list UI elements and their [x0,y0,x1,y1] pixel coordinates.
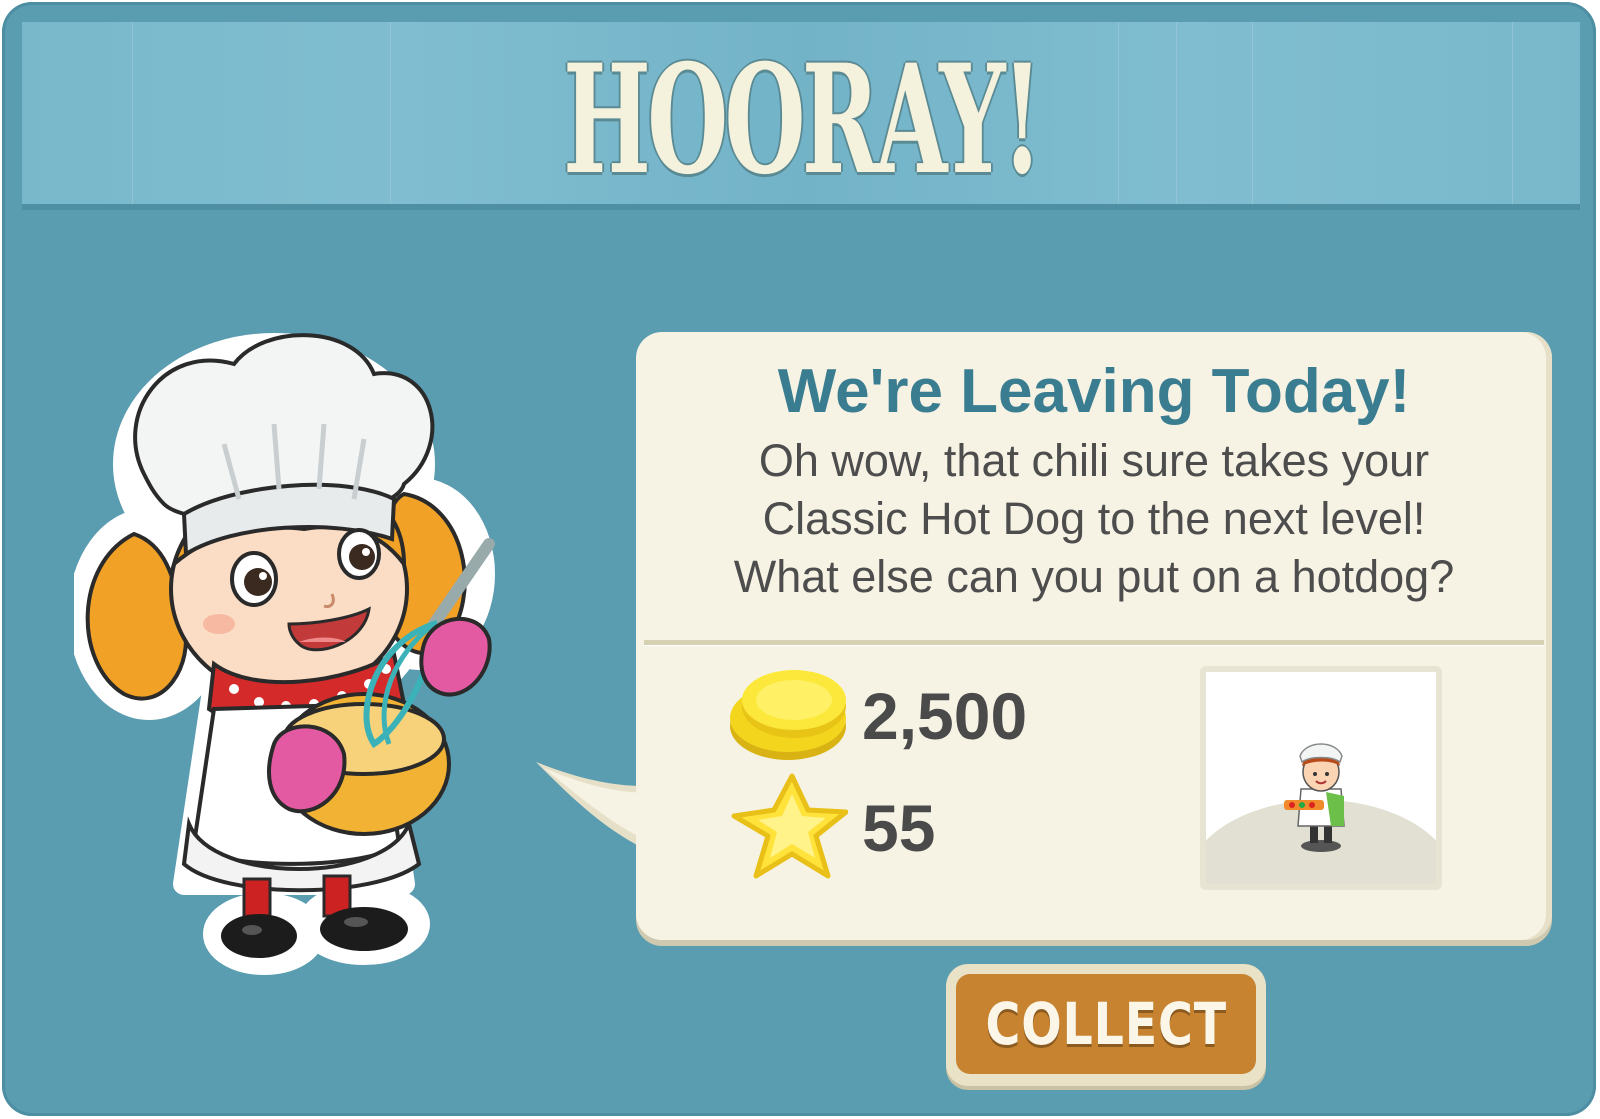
coins-reward: 2,500 [862,679,1028,753]
coin-stack-icon [730,670,846,760]
collect-button[interactable]: COLLECT [946,964,1266,1086]
message-line: Classic Hot Dog to the next level! [762,493,1426,544]
collect-button-label: COLLECT [985,990,1227,1058]
message-line: Oh wow, that chili sure takes your [758,435,1430,486]
dialog-title: HOORAY! [563,32,1043,208]
message-panel: We're Leaving Today! Oh wow, that chili … [636,332,1552,940]
reward-item-box [1200,666,1442,890]
message-title: We're Leaving Today! [777,357,1411,426]
star-icon [731,773,848,879]
banner-shadow [22,204,1580,210]
message-line: What else can you put on a hotdog? [733,551,1455,602]
divider [644,640,1544,646]
collect-button-face[interactable]: COLLECT [956,974,1256,1074]
xp-reward: 55 [862,791,936,865]
header-banner: HOORAY! [22,22,1580,204]
chef-character-icon [74,333,495,975]
reward-dialog: HOORAY! We're Leaving Today! Oh wow, tha… [2,2,1596,1116]
message-body: Oh wow, that chili sure takes your Class… [636,432,1552,606]
chef-reward-item-icon [1284,743,1345,852]
